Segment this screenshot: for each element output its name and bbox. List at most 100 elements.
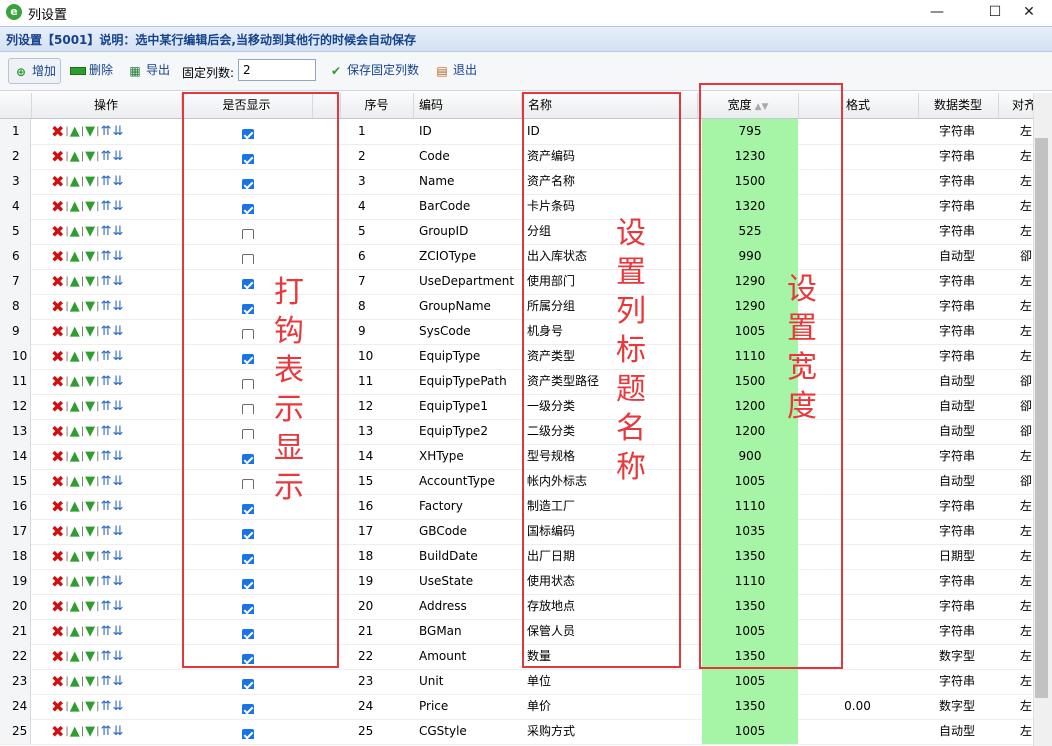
align-cell[interactable]: 左 xyxy=(1020,219,1033,244)
table-row[interactable]: 9 ✖|▲|▼|⇈⇊ 9 SysCode 机身号 1005 字符串左 xyxy=(0,319,1033,345)
align-cell[interactable]: 左 xyxy=(1020,594,1033,619)
add-button[interactable]: ⊕ 增加 xyxy=(8,58,62,84)
move-up-icon[interactable]: ▲ xyxy=(70,269,80,294)
move-top-icon[interactable]: ⇈ xyxy=(101,444,112,469)
move-up-icon[interactable]: ▲ xyxy=(70,669,80,694)
format-cell[interactable] xyxy=(820,669,895,694)
dtype-cell[interactable]: 字符串 xyxy=(918,219,996,244)
move-top-icon[interactable]: ⇈ xyxy=(101,144,112,169)
format-cell[interactable] xyxy=(820,444,895,469)
width-cell[interactable]: 1350 xyxy=(702,644,798,669)
move-down-icon[interactable]: ▼ xyxy=(85,294,95,319)
move-down-icon[interactable]: ▼ xyxy=(85,519,95,544)
format-cell[interactable] xyxy=(820,494,895,519)
show-checkbox[interactable] xyxy=(242,679,254,689)
show-checkbox[interactable] xyxy=(242,579,254,589)
dtype-cell[interactable]: 自动型 xyxy=(918,719,996,744)
move-down-icon[interactable]: ▼ xyxy=(85,244,95,269)
move-up-icon[interactable]: ▲ xyxy=(70,519,80,544)
move-up-icon[interactable]: ▲ xyxy=(70,469,80,494)
move-down-icon[interactable]: ▼ xyxy=(85,144,95,169)
format-cell[interactable] xyxy=(820,294,895,319)
table-row[interactable]: 1 ✖|▲|▼|⇈⇊ 1 ID ID 795 字符串左 xyxy=(0,119,1033,145)
align-cell[interactable]: 左 xyxy=(1020,294,1033,319)
code-cell[interactable]: Factory xyxy=(419,494,519,519)
table-row[interactable]: 8 ✖|▲|▼|⇈⇊ 8 GroupName 所属分组 1290 字符串左 xyxy=(0,294,1033,320)
name-cell[interactable]: 卡片条码 xyxy=(527,194,677,219)
delete-row-icon[interactable]: ✖ xyxy=(51,694,64,719)
delete-row-icon[interactable]: ✖ xyxy=(51,394,64,419)
delete-row-icon[interactable]: ✖ xyxy=(51,319,64,344)
delete-row-icon[interactable]: ✖ xyxy=(51,219,64,244)
format-cell[interactable] xyxy=(820,644,895,669)
move-bottom-icon[interactable]: ⇊ xyxy=(112,594,123,619)
name-cell[interactable]: 机身号 xyxy=(527,319,677,344)
header-format[interactable]: 格式 xyxy=(798,93,919,118)
show-checkbox[interactable] xyxy=(242,229,254,239)
dtype-cell[interactable]: 字符串 xyxy=(918,619,996,644)
align-cell[interactable]: 卻 xyxy=(1020,419,1033,444)
code-cell[interactable]: UseDepartment xyxy=(419,269,519,294)
move-bottom-icon[interactable]: ⇊ xyxy=(112,369,123,394)
fixed-columns-input[interactable] xyxy=(238,59,316,81)
move-top-icon[interactable]: ⇈ xyxy=(101,644,112,669)
format-cell[interactable] xyxy=(820,469,895,494)
dtype-cell[interactable]: 数字型 xyxy=(918,644,996,669)
show-checkbox[interactable] xyxy=(242,329,254,339)
move-bottom-icon[interactable]: ⇊ xyxy=(112,294,123,319)
format-cell[interactable] xyxy=(820,144,895,169)
width-cell[interactable]: 1035 xyxy=(702,519,798,544)
format-cell[interactable] xyxy=(820,119,895,144)
table-row[interactable]: 10 ✖|▲|▼|⇈⇊ 10 EquipType 资产类型 1110 字符串左 xyxy=(0,344,1033,370)
format-cell[interactable] xyxy=(820,569,895,594)
code-cell[interactable]: CGStyle xyxy=(419,719,519,744)
move-bottom-icon[interactable]: ⇊ xyxy=(112,719,123,744)
name-cell[interactable]: 资产类型 xyxy=(527,344,677,369)
dtype-cell[interactable]: 自动型 xyxy=(918,369,996,394)
move-up-icon[interactable]: ▲ xyxy=(70,494,80,519)
table-row[interactable]: 5 ✖|▲|▼|⇈⇊ 5 GroupID 分组 525 字符串左 xyxy=(0,219,1033,245)
code-cell[interactable]: Name xyxy=(419,169,519,194)
delete-row-icon[interactable]: ✖ xyxy=(51,719,64,744)
header-code[interactable]: 编码 xyxy=(413,93,522,118)
move-bottom-icon[interactable]: ⇊ xyxy=(112,244,123,269)
table-row[interactable]: 11 ✖|▲|▼|⇈⇊ 11 EquipTypePath 资产类型路径 1500 自动型卻 xyxy=(0,369,1033,395)
name-cell[interactable]: 帐内外标志 xyxy=(527,469,677,494)
seq-cell[interactable]: 21 xyxy=(358,619,388,644)
delete-row-icon[interactable]: ✖ xyxy=(51,169,64,194)
code-cell[interactable]: GroupID xyxy=(419,219,519,244)
format-cell[interactable] xyxy=(820,619,895,644)
width-cell[interactable]: 1005 xyxy=(702,469,798,494)
code-cell[interactable]: EquipType2 xyxy=(419,419,519,444)
format-cell[interactable] xyxy=(820,369,895,394)
seq-cell[interactable]: 6 xyxy=(358,244,388,269)
name-cell[interactable]: 制造工厂 xyxy=(527,494,677,519)
dtype-cell[interactable]: 字符串 xyxy=(918,344,996,369)
move-top-icon[interactable]: ⇈ xyxy=(101,594,112,619)
name-cell[interactable]: 一级分类 xyxy=(527,394,677,419)
dtype-cell[interactable]: 自动型 xyxy=(918,469,996,494)
seq-cell[interactable]: 18 xyxy=(358,544,388,569)
format-cell[interactable] xyxy=(820,319,895,344)
table-row[interactable]: 20 ✖|▲|▼|⇈⇊ 20 Address 存放地点 1350 字符串左 xyxy=(0,594,1033,620)
dtype-cell[interactable]: 字符串 xyxy=(918,144,996,169)
name-cell[interactable]: 单位 xyxy=(527,669,677,694)
move-up-icon[interactable]: ▲ xyxy=(70,419,80,444)
width-cell[interactable]: 900 xyxy=(702,444,798,469)
move-bottom-icon[interactable]: ⇊ xyxy=(112,619,123,644)
dtype-cell[interactable]: 日期型 xyxy=(918,544,996,569)
move-bottom-icon[interactable]: ⇊ xyxy=(112,694,123,719)
show-checkbox[interactable] xyxy=(242,379,254,389)
name-cell[interactable]: 采购方式 xyxy=(527,719,677,744)
seq-cell[interactable]: 25 xyxy=(358,719,388,744)
table-row[interactable]: 15 ✖|▲|▼|⇈⇊ 15 AccountType 帐内外标志 1005 自动型卻 xyxy=(0,469,1033,495)
move-down-icon[interactable]: ▼ xyxy=(85,444,95,469)
move-down-icon[interactable]: ▼ xyxy=(85,569,95,594)
move-up-icon[interactable]: ▲ xyxy=(70,344,80,369)
width-cell[interactable]: 1350 xyxy=(702,544,798,569)
move-up-icon[interactable]: ▲ xyxy=(70,244,80,269)
align-cell[interactable]: 左 xyxy=(1020,344,1033,369)
header-show[interactable]: 是否显示 xyxy=(181,93,313,118)
seq-cell[interactable]: 11 xyxy=(358,369,388,394)
align-cell[interactable]: 左 xyxy=(1020,194,1033,219)
